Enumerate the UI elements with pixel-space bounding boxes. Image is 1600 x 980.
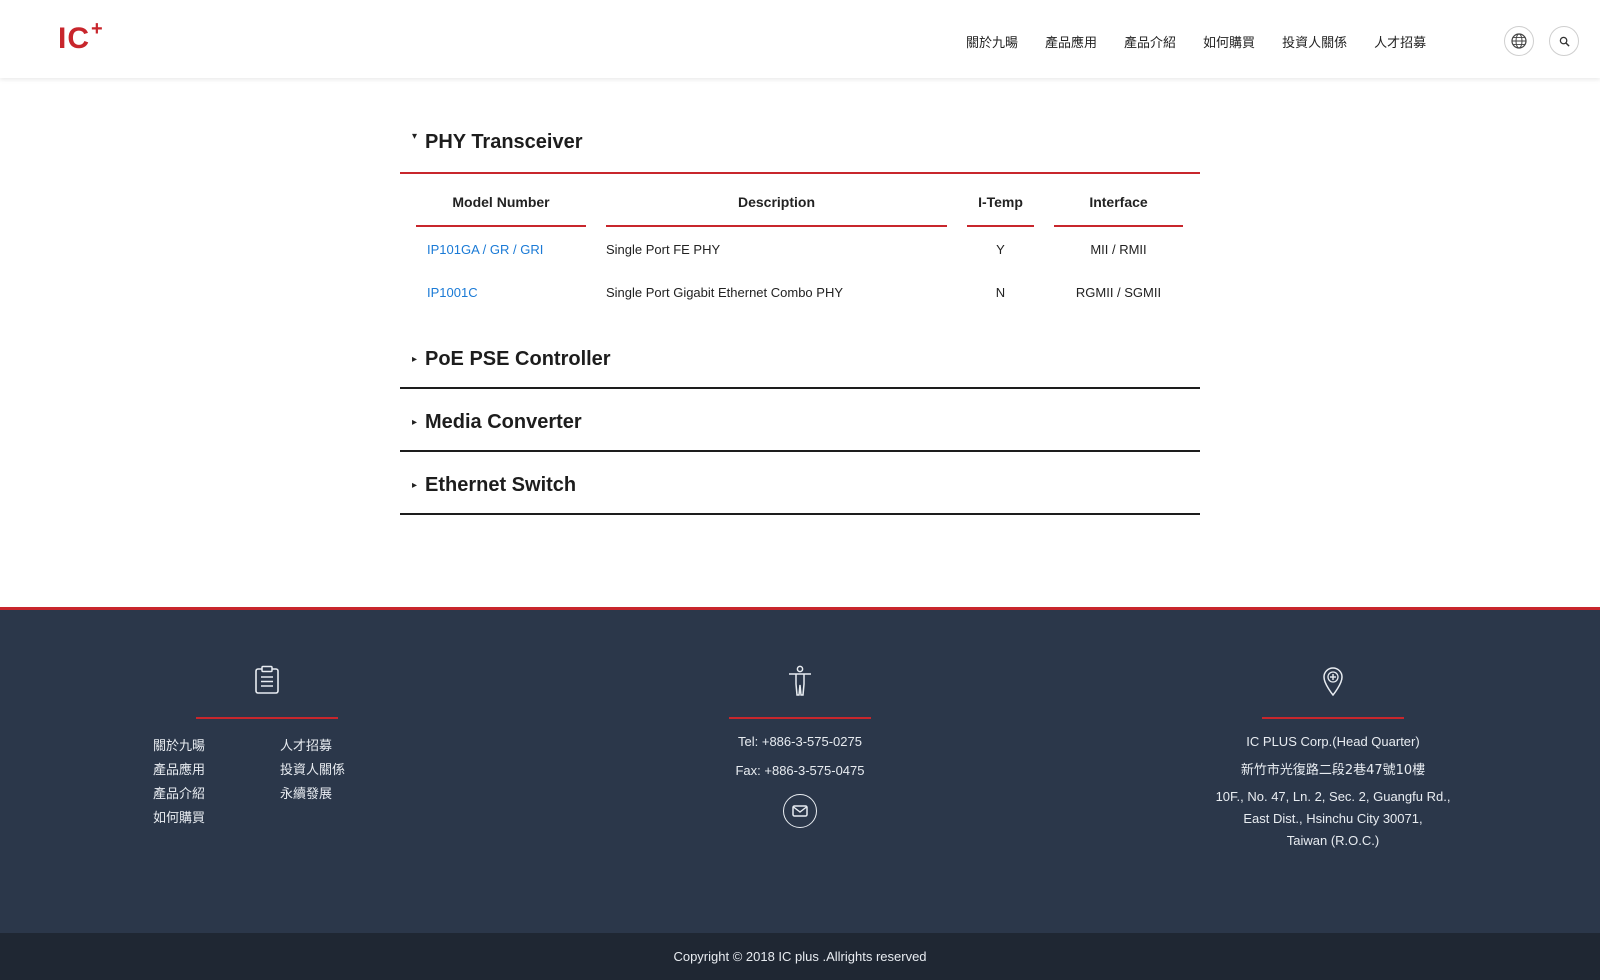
model-link[interactable]: IP101GA / GR / GRI xyxy=(427,242,543,257)
footer-link-careers[interactable]: 人才招募 xyxy=(280,735,380,754)
footer-links: 關於九暘 人才招募 產品應用 投資人關係 產品介紹 永續發展 如何購買 xyxy=(153,735,380,826)
table-header-row: Model Number Description I-Temp Interfac… xyxy=(416,176,1183,228)
footer-address-zh: 新竹市光復路二段2巷47號10樓 xyxy=(1240,763,1426,778)
language-button[interactable] xyxy=(1504,26,1534,56)
nav-how-to-buy[interactable]: 如何購買 xyxy=(1203,32,1255,51)
col-description: Description xyxy=(606,176,947,228)
footer-tel: Tel: +886-3-575-0275 xyxy=(738,734,862,749)
description-cell: Single Port Gigabit Ethernet Combo PHY xyxy=(606,285,844,300)
footer-contact-column: Tel: +886-3-575-0275 Fax: +886-3-575-047… xyxy=(600,610,1000,828)
section-title: Ethernet Switch xyxy=(425,474,577,496)
description-cell: Single Port FE PHY xyxy=(606,242,721,257)
search-button[interactable] xyxy=(1549,26,1579,56)
section-poe-pse-controller[interactable]: ▸ PoE PSE Controller xyxy=(400,326,1200,389)
table-row: IP1001C Single Port Gigabit Ethernet Com… xyxy=(416,271,1183,314)
footer-divider xyxy=(1262,717,1404,719)
section-ethernet-switch[interactable]: ▸ Ethernet Switch xyxy=(400,452,1200,515)
main-nav: 關於九暘 產品應用 產品介紹 如何購買 投資人關係 人才招募 xyxy=(966,32,1453,51)
logo-text: IC xyxy=(58,22,90,55)
footer-link-how-to-buy[interactable]: 如何購買 xyxy=(153,807,280,826)
interface-cell: RGMII / SGMII xyxy=(1075,285,1162,300)
footer-divider xyxy=(729,717,871,719)
footer-link-products[interactable]: 產品介紹 xyxy=(153,783,280,802)
email-button[interactable] xyxy=(783,794,817,828)
copyright-bar: Copyright © 2018 IC plus .Allrights rese… xyxy=(0,933,1600,980)
itemp-cell: Y xyxy=(996,242,1005,257)
logo-plus: + xyxy=(91,18,103,40)
phy-table: Model Number Description I-Temp Interfac… xyxy=(416,176,1183,314)
clipboard-icon xyxy=(255,665,279,694)
nav-about[interactable]: 關於九暘 xyxy=(966,32,1018,51)
model-link[interactable]: IP1001C xyxy=(427,285,478,300)
location-pin-icon xyxy=(1323,667,1343,697)
model-cell: IP1001C xyxy=(416,271,586,314)
footer-link-about[interactable]: 關於九暘 xyxy=(153,735,280,754)
itemp-cell: N xyxy=(995,285,1006,300)
footer-address-column: IC PLUS Corp.(Head Quarter) 新竹市光復路二段2巷47… xyxy=(1133,610,1533,852)
search-icon xyxy=(1559,36,1570,47)
footer-link-sustainability[interactable]: 永續發展 xyxy=(280,783,380,802)
interface-cell: MII / RMII xyxy=(1090,242,1147,257)
footer-address-en: 10F., No. 47, Ln. 2, Sec. 2, Guangfu Rd.… xyxy=(1215,789,1451,848)
footer-link-applications[interactable]: 產品應用 xyxy=(153,759,280,778)
nav-careers[interactable]: 人才招募 xyxy=(1374,32,1426,51)
nav-applications[interactable]: 產品應用 xyxy=(1045,32,1097,51)
col-interface: Interface xyxy=(1054,176,1183,228)
col-model-number: Model Number xyxy=(416,176,586,228)
footer-link-investors[interactable]: 投資人關係 xyxy=(280,759,380,778)
section-media-converter[interactable]: ▸ Media Converter xyxy=(400,389,1200,452)
site-logo[interactable]: IC + xyxy=(58,18,103,56)
section-phy-transceiver[interactable]: ▾ PHY Transceiver xyxy=(400,78,1200,174)
col-itemp: I-Temp xyxy=(967,176,1034,228)
model-cell: IP101GA / GR / GRI xyxy=(416,228,586,271)
site-footer: 關於九暘 人才招募 產品應用 投資人關係 產品介紹 永續發展 如何購買 Tel:… xyxy=(0,607,1600,933)
table-row: IP101GA / GR / GRI Single Port FE PHY Y … xyxy=(416,228,1183,271)
section-title: Media Converter xyxy=(425,411,582,433)
footer-company: IC PLUS Corp.(Head Quarter) xyxy=(1246,734,1420,749)
site-header: IC + 關於九暘 產品應用 產品介紹 如何購買 投資人關係 人才招募 xyxy=(0,0,1600,78)
caret-down-icon: ▾ xyxy=(412,131,418,142)
nav-investors[interactable]: 投資人關係 xyxy=(1282,32,1347,51)
caret-right-icon: ▸ xyxy=(412,480,418,491)
globe-icon xyxy=(1511,33,1527,49)
caret-right-icon: ▸ xyxy=(412,354,418,365)
caret-right-icon: ▸ xyxy=(412,417,418,428)
section-title: PHY Transceiver xyxy=(425,131,583,153)
mail-icon xyxy=(792,805,808,817)
product-list: ▾ PHY Transceiver Model Number Descripti… xyxy=(400,78,1200,515)
person-icon xyxy=(789,665,811,696)
footer-links-column: 關於九暘 人才招募 產品應用 投資人關係 產品介紹 永續發展 如何購買 xyxy=(67,610,467,826)
nav-products[interactable]: 產品介紹 xyxy=(1124,32,1176,51)
footer-fax: Fax: +886-3-575-0475 xyxy=(735,763,865,778)
footer-divider xyxy=(196,717,338,719)
section-title: PoE PSE Controller xyxy=(425,348,611,370)
